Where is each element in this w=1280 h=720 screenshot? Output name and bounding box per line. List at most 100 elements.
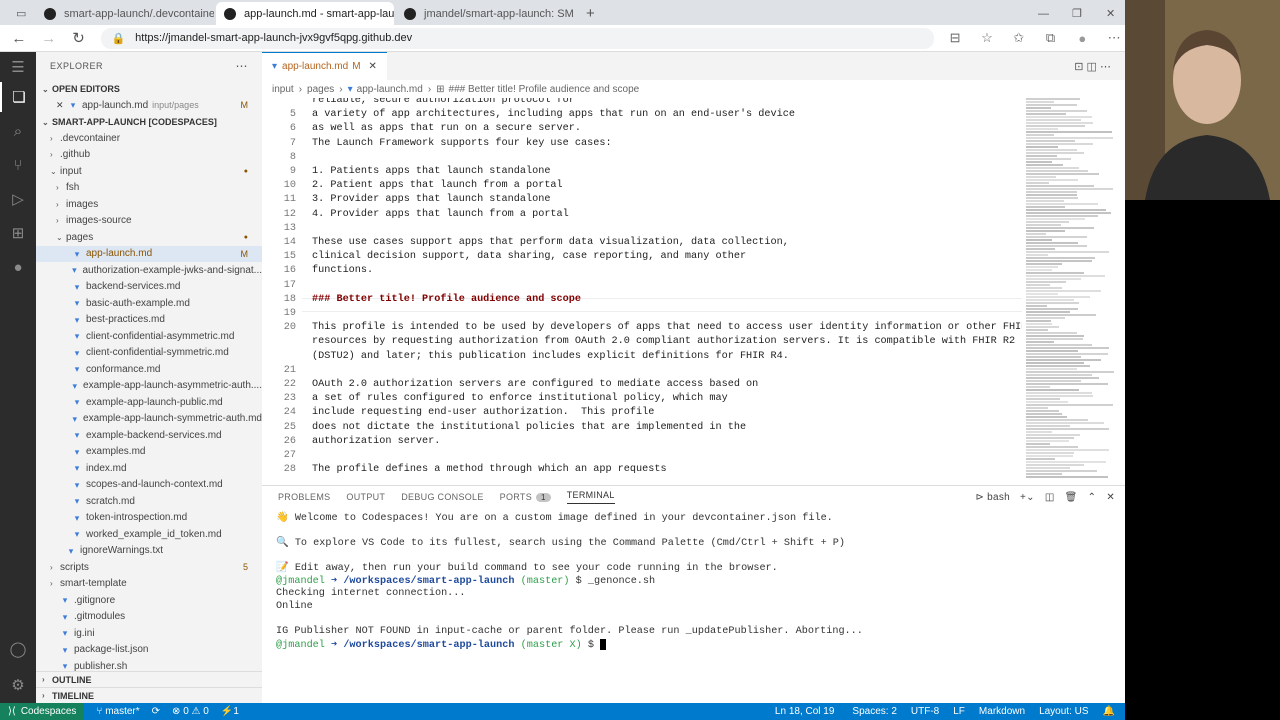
breadcrumb-item[interactable]: ### Better title! Profile audience and s…	[449, 84, 640, 95]
file-item[interactable]: ▾ scratch.md	[36, 493, 262, 509]
shell-name[interactable]: bash	[987, 492, 1010, 503]
maximize-panel-icon[interactable]: ⌃	[1088, 492, 1097, 503]
file-item[interactable]: ▾ example-backend-services.md	[36, 427, 262, 443]
file-item[interactable]: ▾ examples.md	[36, 444, 262, 460]
remote-indicator[interactable]: ⟩⟨ Codespaces	[0, 703, 85, 720]
file-item[interactable]: ▾ example-app-launch-public.md	[36, 394, 262, 410]
sync-icon[interactable]: ⟳	[152, 706, 160, 717]
more-actions-icon[interactable]: ⋯	[236, 59, 249, 73]
file-item[interactable]: ▾ ignoreWarnings.txt	[36, 543, 262, 559]
back-icon[interactable]: ←	[8, 30, 30, 47]
file-item[interactable]: ▾ .gitmodules	[36, 609, 262, 625]
tab-ports[interactable]: PORTS 1	[500, 492, 551, 502]
tab-output[interactable]: OUTPUT	[346, 492, 385, 502]
file-item[interactable]: ▾ example-app-launch-asymmetric-auth....	[36, 378, 263, 394]
folder-item[interactable]: › scripts 5	[36, 559, 262, 575]
tree-item-label: images	[66, 198, 99, 210]
branch-indicator[interactable]: ⑂ master*	[96, 706, 139, 717]
file-item[interactable]: ▾ package-list.json	[36, 642, 262, 658]
bookmark-star-icon[interactable]: ☆	[976, 30, 998, 46]
reload-icon[interactable]: ↻	[68, 29, 90, 47]
file-item[interactable]: ▾ token-introspection.md	[36, 510, 262, 526]
close-window-icon[interactable]: ✕	[1098, 2, 1118, 25]
menu-icon[interactable]: ☰	[0, 52, 36, 82]
minimize-icon[interactable]: —	[1030, 2, 1050, 25]
github-icon[interactable]: ●	[0, 252, 36, 282]
file-item[interactable]: ▾ best-practices.md	[36, 312, 262, 328]
encoding[interactable]: UTF-8	[911, 706, 939, 717]
close-icon[interactable]: ✕	[369, 61, 377, 72]
tab-debug-console[interactable]: DEBUG CONSOLE	[401, 492, 483, 502]
split-editor-icon[interactable]: ⊡ ◫ ⋯	[1074, 60, 1111, 73]
browser-tab-app-launch[interactable]: app-launch.md - smart-app-laun ✕	[216, 2, 394, 25]
browser-tab-repo[interactable]: jmandel/smart-app-launch: SMA ✕	[396, 2, 574, 25]
file-item[interactable]: ▾ authorization-example-jwks-and-signat..…	[36, 262, 262, 278]
keyboard-layout[interactable]: Layout: US	[1039, 706, 1088, 717]
close-icon[interactable]: ✕	[56, 100, 68, 111]
folder-item[interactable]: › fsh	[36, 180, 262, 196]
breadcrumb-item[interactable]: app-launch.md	[357, 84, 423, 95]
indentation[interactable]: Spaces: 2	[852, 706, 896, 717]
split-terminal-icon[interactable]: ◫	[1045, 492, 1055, 503]
url-field[interactable]: 🔒 https://jmandel-smart-app-launch-jvx9g…	[101, 27, 935, 49]
folder-item[interactable]: › .devcontainer	[36, 130, 262, 146]
file-item[interactable]: ▾ backend-services.md	[36, 279, 262, 295]
file-item[interactable]: ▾ scopes-and-launch-context.md	[36, 477, 262, 493]
open-editor-item[interactable]: ✕ ▾ app-launch.md input/pages M	[36, 97, 262, 113]
breadcrumb-item[interactable]: pages	[307, 84, 334, 95]
more-menu-icon[interactable]: ⋯	[1103, 30, 1125, 46]
run-debug-icon[interactable]: ▷	[0, 184, 36, 214]
outline-section[interactable]: › OUTLINE	[36, 671, 262, 687]
editor-tab-app-launch[interactable]: ▾ app-launch.md M ✕	[262, 52, 387, 80]
file-item[interactable]: ▾ .gitignore	[36, 592, 262, 608]
file-item[interactable]: ▾ ig.ini	[36, 625, 262, 641]
folder-item[interactable]: › images	[36, 196, 262, 212]
folder-item[interactable]: › images-source	[36, 213, 262, 229]
maximize-icon[interactable]: ❐	[1064, 2, 1084, 25]
file-item[interactable]: ▾ basic-auth-example.md	[36, 295, 262, 311]
file-item[interactable]: ▾ worked_example_id_token.md	[36, 526, 262, 542]
timeline-section[interactable]: › TIMELINE	[36, 687, 262, 703]
folder-item[interactable]: ⌄ input ●	[36, 163, 262, 179]
tab-problems[interactable]: PROBLEMS	[278, 492, 330, 502]
tab-terminal[interactable]: TERMINAL	[566, 490, 615, 504]
new-tab-button[interactable]: +	[578, 2, 598, 25]
file-item[interactable]: ▾ client-confidential-symmetric.md	[36, 345, 262, 361]
new-terminal-icon[interactable]: +⌄	[1020, 492, 1035, 503]
account-icon[interactable]: ◯	[0, 634, 36, 664]
browser-tab-devcontainer[interactable]: smart-app-launch/.devcontainer ✕	[36, 2, 214, 25]
notifications-bell-icon[interactable]: 🔔	[1103, 706, 1115, 717]
cursor-position[interactable]: Ln 18, Col 19	[775, 706, 835, 717]
search-icon[interactable]: ⌕	[0, 116, 36, 146]
file-item[interactable]: ▾ index.md	[36, 460, 262, 476]
tab-actions-icon[interactable]: ▭	[8, 2, 32, 25]
source-control-icon[interactable]: ⑂	[0, 150, 36, 180]
settings-gear-icon[interactable]: ⚙	[0, 670, 36, 700]
close-panel-icon[interactable]: ✕	[1106, 492, 1115, 503]
open-editors-section[interactable]: ⌄ OPEN EDITORS	[36, 81, 262, 97]
language-mode[interactable]: Markdown	[979, 706, 1025, 717]
collections-icon[interactable]: ⧉	[1040, 30, 1062, 46]
trash-icon[interactable]: 🗑	[1065, 492, 1078, 503]
forward-icon[interactable]: →	[38, 30, 60, 47]
file-item[interactable]: ▾ example-app-launch-symmetric-auth.md	[36, 411, 263, 427]
ports-indicator[interactable]: ⚡1	[221, 706, 239, 717]
explorer-icon[interactable]: ❏	[0, 82, 36, 112]
workspace-section[interactable]: ⌄ SMART-APP-LAUNCH [CODESPACES]	[36, 114, 262, 130]
file-item[interactable]: ▾ app-launch.md M	[36, 245, 262, 262]
extensions-icon[interactable]: ⊞	[0, 218, 36, 248]
profile-avatar[interactable]: ●	[1071, 31, 1093, 46]
folder-item[interactable]: › .github	[36, 147, 262, 163]
folder-item[interactable]: › smart-template	[36, 576, 262, 592]
end-of-line[interactable]: LF	[953, 706, 965, 717]
folder-item[interactable]: ⌄ pages ●	[36, 229, 262, 245]
code-editor[interactable]: reliable, secure authorization protocol …	[262, 98, 1022, 485]
problems-indicator[interactable]: ⊗ 0 ⚠ 0	[172, 706, 209, 717]
favorites-icon[interactable]: ✩	[1008, 30, 1030, 46]
file-item[interactable]: ▾ client-confidential-asymmetric.md	[36, 328, 262, 344]
breadcrumb-item[interactable]: input	[272, 84, 294, 95]
minimap[interactable]	[1024, 98, 1118, 485]
install-app-icon[interactable]: ⊟	[944, 30, 966, 46]
file-item[interactable]: ▾ conformance.md	[36, 361, 262, 377]
webcam-background	[1125, 200, 1280, 720]
